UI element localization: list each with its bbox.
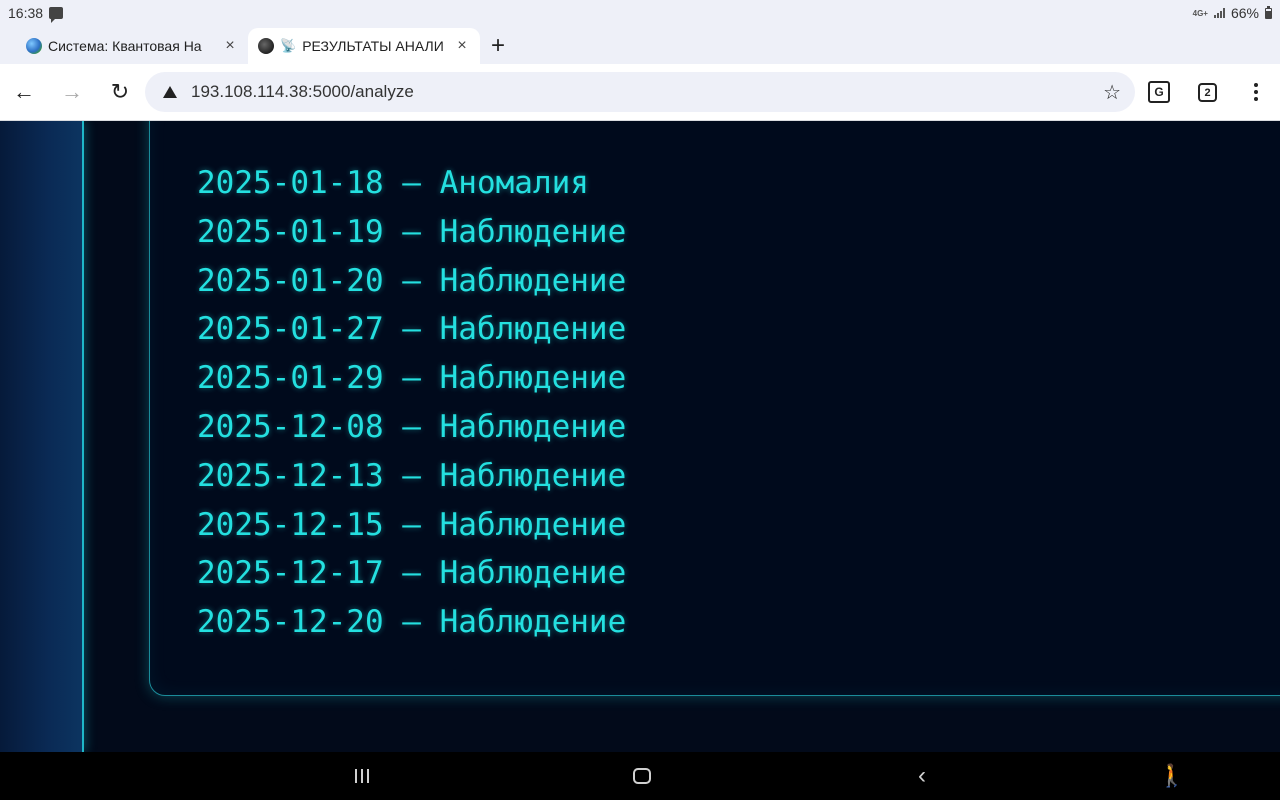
list-item: 2025-01-29 — Наблюдение [197, 360, 627, 397]
url-text[interactable]: 193.108.114.38:5000/analyze [191, 82, 1089, 102]
list-item: 2025-12-20 — Наблюдение [197, 604, 627, 641]
tab-switcher-button[interactable]: 2 [1198, 83, 1217, 102]
reload-button[interactable]: ↻ [96, 68, 144, 116]
left-glow-panel [0, 121, 84, 752]
address-bar[interactable]: 193.108.114.38:5000/analyze ☆ [145, 72, 1135, 112]
tab-system[interactable]: Система: Квантовая На × [16, 28, 248, 64]
recents-icon[interactable] [350, 762, 374, 790]
status-left: 16:38 [8, 5, 64, 23]
browser-toolbar: ← → ↻ 193.108.114.38:5000/analyze ☆ G 2 [0, 64, 1280, 121]
new-tab-button[interactable]: + [480, 28, 516, 64]
more-menu-icon[interactable] [1244, 74, 1268, 110]
list-item: 2025-12-15 — Наблюдение [197, 506, 627, 543]
not-secure-warning-icon[interactable] [163, 86, 177, 98]
translate-icon[interactable]: G [1148, 81, 1170, 103]
list-item: 2025-01-27 — Наблюдение [197, 311, 627, 348]
tab-title: РЕЗУЛЬТАТЫ АНАЛИ [302, 38, 444, 54]
page-viewport: 2025-01-18 — Аномалия 2025-01-19 — Наблю… [0, 121, 1280, 752]
accessibility-icon[interactable]: 🚶 [1158, 762, 1185, 790]
results-list: 2025-01-18 — Аномалия 2025-01-19 — Наблю… [197, 159, 626, 647]
back-button[interactable]: ← [0, 68, 48, 116]
close-tab-icon[interactable]: × [222, 37, 238, 55]
forward-button[interactable]: → [48, 68, 96, 116]
list-item: 2025-12-13 — Наблюдение [197, 457, 627, 494]
bookmark-star-icon[interactable]: ☆ [1103, 80, 1121, 105]
list-item: 2025-01-19 — Наблюдение [197, 213, 627, 250]
message-notification-icon [49, 7, 64, 23]
list-item: 2025-01-18 — Аномалия [197, 165, 589, 201]
status-right: 4G+ 66% [1193, 5, 1272, 21]
tab-results[interactable]: 📡 РЕЗУЛЬТАТЫ АНАЛИ × [248, 28, 480, 64]
status-bar: 16:38 4G+ 66% [0, 0, 1280, 26]
list-item: 2025-12-17 — Наблюдение [197, 555, 627, 592]
system-back-icon[interactable]: ‹ [912, 762, 932, 790]
signal-icon [1213, 8, 1225, 18]
system-nav-bar: ‹ 🚶 [0, 752, 1280, 800]
battery-percent: 66% [1230, 5, 1259, 21]
globe-favicon-icon [258, 38, 274, 54]
tab-strip: Система: Квантовая На × 📡 РЕЗУЛЬТАТЫ АНА… [0, 26, 1280, 64]
satellite-icon: 📡 [280, 38, 297, 53]
home-icon[interactable] [632, 762, 652, 790]
status-time: 16:38 [8, 5, 44, 21]
close-tab-icon[interactable]: × [454, 37, 470, 55]
globe-favicon-icon [26, 38, 42, 54]
network-type: 4G+ [1192, 8, 1208, 18]
battery-icon [1265, 5, 1272, 19]
tab-title: Система: Квантовая На [48, 38, 202, 54]
list-item: 2025-12-08 — Наблюдение [197, 408, 627, 445]
list-item: 2025-01-20 — Наблюдение [197, 262, 627, 299]
